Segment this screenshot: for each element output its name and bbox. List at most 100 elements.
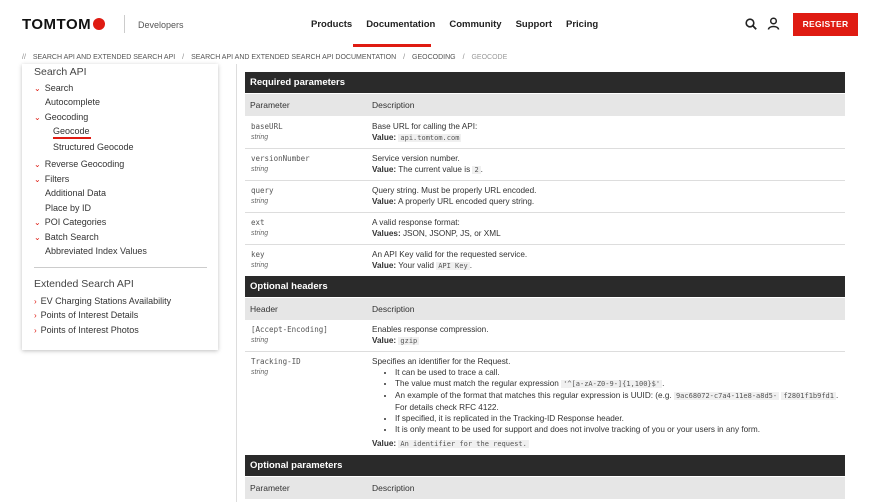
value-label: Value:	[372, 261, 397, 270]
value-text: Your valid	[398, 261, 437, 270]
param-description: Service version number. Value: The curre…	[372, 153, 842, 176]
sidebar-item-structured-geocode[interactable]: Structured Geocode	[53, 142, 134, 152]
sidebar-item-place-by-id[interactable]: Place by ID	[45, 203, 91, 213]
value-code: 2	[472, 166, 481, 174]
logo-mark-icon	[93, 18, 106, 30]
sidebar-item-poi-photos[interactable]: › Points of Interest Photos	[34, 325, 139, 335]
sidebar-item-geocode[interactable]: Geocode	[53, 126, 90, 136]
chevron-right-icon: ›	[34, 326, 37, 335]
sidebar-item-poi-categories[interactable]: ⌄ POI Categories	[34, 217, 106, 227]
top-navigation-bar: TOMTOM Developers Products Documentation…	[0, 0, 871, 48]
nav-pricing[interactable]: Pricing	[566, 19, 598, 30]
param-type: string	[251, 198, 269, 205]
nav-documentation[interactable]: Documentation	[366, 19, 435, 30]
column-parameter: Parameter	[250, 483, 290, 493]
optional-headers-heading: Optional headers	[245, 276, 845, 297]
description-text: Base URL for calling the API:	[372, 122, 478, 131]
value-code: API Key	[436, 262, 470, 270]
sidebar-item-filters[interactable]: ⌄ Filters	[34, 174, 69, 184]
sidebar-item-search[interactable]: ⌄ Search	[34, 83, 73, 93]
sidebar-item-additional-data[interactable]: Additional Data	[45, 188, 106, 198]
description-text: An API Key valid for the requested servi…	[372, 250, 528, 259]
nav-support[interactable]: Support	[516, 19, 552, 30]
breadcrumb-separator: //	[22, 54, 26, 61]
param-type: string	[251, 262, 269, 269]
developers-label[interactable]: Developers	[138, 20, 184, 30]
tomtom-logo[interactable]: TOMTOM	[22, 16, 106, 33]
sidebar-item-label: EV Charging Stations Availability	[40, 296, 172, 306]
breadcrumb-current: GEOCODE	[471, 54, 508, 61]
breadcrumb-item[interactable]: SEARCH API AND EXTENDED SEARCH API	[33, 54, 175, 61]
value-text: The current value is	[398, 165, 473, 174]
list-item-text: The value must match the regular express…	[395, 379, 559, 388]
search-icon[interactable]	[745, 18, 757, 30]
value-label: Value:	[372, 133, 397, 142]
description-text: Query string. Must be properly URL encod…	[372, 186, 537, 195]
column-parameter: Parameter	[250, 100, 290, 110]
register-button[interactable]: REGISTER	[793, 13, 858, 36]
sidebar: Search API ⌄ Search Autocomplete ⌄ Geocodi…	[22, 64, 218, 350]
nav-active-indicator	[353, 44, 431, 47]
breadcrumb-item[interactable]: GEOCODING	[412, 54, 456, 61]
table-row: [Accept-Encoding] string Enables respons…	[245, 320, 845, 352]
param-description: An API Key valid for the requested servi…	[372, 249, 842, 272]
sidebar-item-autocomplete[interactable]: Autocomplete	[45, 97, 100, 107]
sidebar-item-geocoding[interactable]: ⌄ Geocoding	[34, 112, 88, 122]
sidebar-item-label: Search	[44, 83, 74, 93]
sidebar-item-poi-details[interactable]: › Points of Interest Details	[34, 310, 138, 320]
nav-community[interactable]: Community	[449, 19, 501, 30]
chevron-down-icon: ⌄	[34, 113, 41, 122]
param-description: A valid response format: Values: JSON, J…	[372, 217, 842, 239]
value-line: Value: An identifier for the request.	[372, 438, 842, 450]
sidebar-item-label: Batch Search	[44, 232, 99, 242]
breadcrumb: // SEARCH API AND EXTENDED SEARCH API / …	[22, 54, 507, 61]
optional-parameters-heading: Optional parameters	[245, 455, 845, 476]
breadcrumb-item[interactable]: SEARCH API AND EXTENDED SEARCH API DOCUM…	[191, 54, 396, 61]
sidebar-item-label: Points of Interest Photos	[40, 325, 139, 335]
param-name: key	[251, 250, 265, 259]
list-item: It is only meant to be used for support …	[395, 424, 842, 435]
sidebar-item-batch-search[interactable]: ⌄ Batch Search	[34, 232, 99, 242]
logo-divider	[124, 15, 125, 33]
sidebar-item-ev-charging[interactable]: › EV Charging Stations Availability	[34, 296, 171, 306]
column-description: Description	[372, 100, 415, 110]
value-label: Value:	[372, 197, 397, 206]
param-name: baseURL	[251, 122, 283, 131]
user-icon[interactable]	[767, 17, 780, 30]
value-line: Value: api.tomtom.com	[372, 132, 842, 144]
column-description: Description	[372, 483, 415, 493]
header-type: string	[251, 369, 269, 376]
value-line: Value: A properly URL encoded query stri…	[372, 196, 842, 207]
main-nav: Products Documentation Community Support…	[311, 19, 598, 30]
header-type: string	[251, 337, 269, 344]
sidebar-divider	[34, 267, 207, 268]
param-name: ext	[251, 218, 265, 227]
param-type: string	[251, 134, 269, 141]
uuid-code-tail: f2801f1b9fd1	[781, 392, 836, 400]
sidebar-item-reverse-geocoding[interactable]: ⌄ Reverse Geocoding	[34, 159, 124, 169]
optional-headers-column-header: Header Description	[245, 298, 845, 320]
table-row: versionNumber string Service version num…	[245, 149, 845, 181]
column-header: Header	[250, 304, 278, 314]
param-name: query	[251, 186, 274, 195]
sidebar-item-abbreviated-index-values[interactable]: Abbreviated Index Values	[45, 246, 147, 256]
column-description: Description	[372, 304, 415, 314]
logo-text: TOMTOM	[22, 16, 92, 33]
value-line: Value: Your valid API Key.	[372, 260, 842, 272]
table-row: ext string A valid response format: Valu…	[245, 213, 845, 245]
content-divider	[236, 64, 237, 502]
list-item: The value must match the regular express…	[395, 378, 842, 390]
header-name: [Accept-Encoding]	[251, 325, 328, 334]
optional-parameters-column-header: Parameter Description	[245, 477, 845, 499]
sidebar-item-label: Geocoding	[44, 112, 89, 122]
nav-products[interactable]: Products	[311, 19, 352, 30]
tracking-id-notes: It can be used to trace a call. The valu…	[372, 367, 842, 435]
value-line: Value: The current value is 2.	[372, 164, 842, 176]
chevron-down-icon: ⌄	[34, 84, 41, 93]
chevron-down-icon: ⌄	[34, 218, 41, 227]
sidebar-item-label: Filters	[44, 174, 70, 184]
header-name: Tracking-ID	[251, 357, 301, 366]
table-row: key string An API Key valid for the requ…	[245, 245, 845, 277]
list-item: An example of the format that matches th…	[395, 390, 842, 413]
regex-code: '^[a-zA-Z0-9-]{1,100}$'	[561, 380, 663, 388]
